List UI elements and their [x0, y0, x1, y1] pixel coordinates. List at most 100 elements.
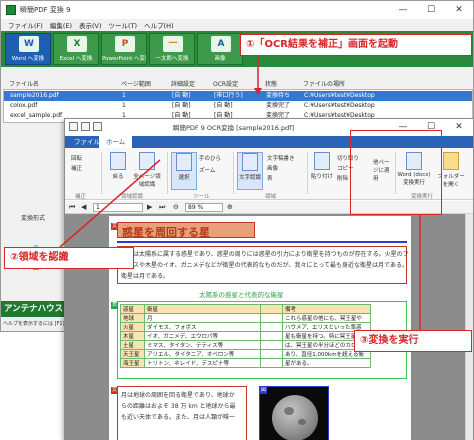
heading-region[interactable]: 文 惑星を周回する星	[111, 222, 255, 239]
ocr-window-title: 瞬簡PDF 9 OCR変換 [sample2016.pdf]	[173, 124, 295, 132]
paragraph-line: らの距離はおよそ 38 万 km と地球から最	[121, 403, 236, 410]
text-region[interactable]: 文 月は地球の周囲を回る衛星であり、地球か らの距離はおよそ 38 万 km と…	[111, 386, 247, 440]
image-region[interactable]: 図	[259, 386, 329, 440]
table-row: 木星 イオ、ガニメデ、エウロパ等 星も衛星を持つ。特に冥王星に	[120, 331, 371, 341]
divider-line	[117, 241, 407, 243]
table-header: 備考	[282, 304, 371, 314]
app-icon	[6, 5, 16, 15]
char-recognize-button[interactable]: 文字認識	[237, 152, 263, 190]
col-range[interactable]: ページ範囲	[121, 79, 151, 88]
text-icon	[242, 153, 258, 171]
first-page-icon[interactable]: ⏮	[69, 203, 75, 212]
text-region[interactable]: 文 惑星は太陽系に属する惑星であり、惑星の周りには惑星の引力により衛星を持つもの…	[111, 246, 409, 284]
callout-open-ocr: ①「OCR結果を補正」画面を起動	[240, 34, 472, 56]
delete-button[interactable]: 削除	[337, 174, 348, 182]
word-icon: W	[19, 36, 39, 52]
undo-icon	[110, 152, 126, 170]
powerpoint-convert-button[interactable]: P PowerPoint へ変換	[101, 33, 147, 65]
tab-home[interactable]: ホーム	[99, 136, 133, 148]
last-page-icon[interactable]: ⏭	[159, 203, 165, 212]
menu-edit[interactable]: 編集(E)	[50, 20, 72, 30]
image-region-button[interactable]: 画像	[267, 164, 278, 172]
highlight-box	[350, 130, 442, 215]
region-marker: 表	[111, 302, 118, 309]
table-row[interactable]: colox.pdf 1 [自 動] [自 動] 変換完了 C:¥Users¥te…	[4, 101, 472, 111]
ribbon-divider	[101, 152, 102, 194]
table-row: 天王星 アリエル、タイタニア、オベロン等 あり、直径1,000kmを超える衛	[120, 349, 371, 359]
vertical-scrollbar[interactable]	[465, 214, 473, 440]
region-edit-label: 領域	[265, 194, 277, 200]
fix-button[interactable]: 補正	[71, 164, 82, 172]
next-page-icon[interactable]: ▶	[147, 203, 152, 211]
region-group-label: 領域認識	[121, 194, 144, 200]
settings-panel: 変換形式 出 出	[3, 125, 63, 325]
fix-group-label: 補正	[75, 194, 87, 200]
planet-table: 惑星 衛星 備考 地球 月 これら惑星の他にも、冥王星や 火星 ダイモス、フォボ…	[120, 304, 371, 368]
table-row: 火星 ダイモス、フォボス ハウメア、エリスといった準惑	[120, 322, 371, 332]
format-label: 変換形式	[21, 215, 46, 222]
paragraph-line: 惑星は太陽系に属する惑星であり、惑星の周りには惑星の引力により衛星を持つものが存…	[121, 251, 409, 258]
table-header: 惑星	[120, 304, 145, 314]
table-region-button[interactable]: 表	[267, 174, 273, 182]
table-row[interactable]: sample2016.pdf 1 [自 動] [帯口行う] 変換待ち C:¥Us…	[4, 91, 472, 101]
select-button[interactable]: 選択	[171, 152, 197, 190]
excel-convert-button[interactable]: X Excel へ変換	[53, 33, 99, 65]
cursor-icon	[176, 153, 192, 171]
save-icon[interactable]	[69, 122, 78, 131]
hand-button[interactable]: 手のひら	[199, 154, 221, 162]
undo-button[interactable]: 戻る	[105, 152, 131, 180]
prev-page-icon[interactable]: ◀	[81, 203, 86, 211]
paragraph-line: イモスや木星のイオ、ガニメデなどが衛星の代表的なものだが、我々にとって最も身近な…	[121, 262, 408, 269]
all-region-recognize-button[interactable]: 全ページ領域認識	[131, 152, 163, 188]
menu-view[interactable]: 表示(V)	[79, 20, 102, 30]
table-header	[260, 304, 283, 314]
table-header: 衛星	[144, 304, 261, 314]
recognize-icon	[139, 152, 155, 170]
document-heading: 惑星を周回する星	[122, 226, 210, 239]
close-icon[interactable]: ✕	[445, 119, 473, 136]
tool-group-label: ツール	[193, 194, 210, 200]
minimize-icon[interactable]: —	[389, 1, 417, 19]
maximize-icon[interactable]: ☐	[417, 1, 445, 19]
page-number-input[interactable]: 1	[93, 203, 143, 212]
zoom-in-icon[interactable]: ⊕	[227, 203, 233, 211]
table-row: 地球 月 これら惑星の他にも、冥王星や	[120, 313, 371, 323]
col-filename[interactable]: ファイル名	[9, 79, 39, 88]
ichitaro-convert-button[interactable]: 一 一太郎へ変換	[149, 33, 195, 65]
undo-icon[interactable]	[81, 122, 90, 131]
close-icon[interactable]: ✕	[445, 1, 473, 19]
callout-run-convert: ③変換を実行	[354, 330, 472, 352]
rotate-button[interactable]: 回転	[71, 154, 82, 162]
main-title-bar: 瞬簡PDF 変換 9 — ☐ ✕	[1, 1, 473, 19]
powerpoint-icon: P	[115, 36, 135, 52]
excel-icon: X	[67, 36, 87, 52]
folder-icon	[443, 152, 459, 170]
region-marker: 文	[111, 223, 118, 230]
moon-image	[272, 395, 318, 440]
col-status[interactable]: 状態	[265, 79, 277, 88]
callout-recognize-region: ②領域を認識	[4, 247, 134, 269]
quick-access-toolbar	[69, 122, 105, 131]
zoom-level-input[interactable]: 89 %	[185, 203, 223, 212]
word-convert-button[interactable]: W Word へ変換	[5, 33, 51, 65]
image-convert-button[interactable]: A 画像	[197, 33, 243, 65]
text-edit-button[interactable]: 文字稿書き	[267, 154, 295, 162]
brand-logo: アンテナハウス	[1, 301, 67, 317]
menu-help[interactable]: ヘルプ(H)	[144, 20, 173, 30]
col-detail[interactable]: 詳細設定	[171, 79, 195, 88]
menu-tools[interactable]: ツール(T)	[109, 20, 138, 30]
ribbon-divider	[307, 152, 308, 194]
table-title: 太陽系の惑星と代表的な衛星	[199, 291, 284, 299]
paragraph-line: 衛星は月である。	[121, 273, 169, 280]
col-ocr[interactable]: OCR設定	[213, 79, 238, 88]
zoom-button[interactable]: ズーム	[199, 166, 215, 174]
paste-icon	[314, 152, 330, 170]
paragraph-line: 月は地球の周囲を回る衛星であり、地球か	[121, 392, 235, 399]
menu-file[interactable]: ファイル(F)	[8, 20, 43, 30]
zoom-out-icon[interactable]: ⊖	[173, 203, 179, 211]
paragraph-line: も近い天体である。また、月は人類が唯一	[121, 414, 235, 421]
status-bar: ヘルプを表示するには [F1]	[1, 318, 67, 330]
redo-icon[interactable]	[93, 122, 102, 131]
col-path[interactable]: ファイルの場所	[303, 79, 345, 88]
paste-button[interactable]: 貼り付け	[309, 152, 335, 180]
